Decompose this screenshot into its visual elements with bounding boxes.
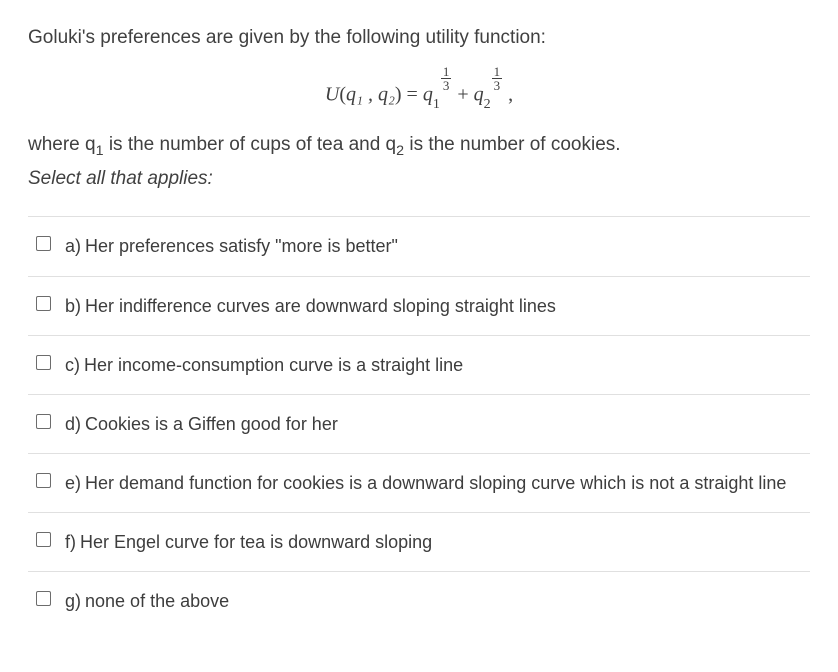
option-c-letter: c) bbox=[65, 355, 80, 375]
option-d[interactable]: d)Cookies is a Giffen good for her bbox=[28, 394, 810, 453]
eq-exp2-num: 1 bbox=[492, 65, 503, 79]
checkbox-f[interactable] bbox=[36, 532, 51, 547]
eq-exp1: 13 bbox=[441, 65, 452, 92]
option-e-text: e)Her demand function for cookies is a d… bbox=[65, 470, 786, 496]
option-b[interactable]: b)Her indifference curves are downward s… bbox=[28, 276, 810, 335]
desc-p1: where q bbox=[28, 134, 96, 155]
checkbox-c[interactable] bbox=[36, 355, 51, 370]
option-a-label: Her preferences satisfy "more is better" bbox=[85, 236, 398, 256]
option-e-label: Her demand function for cookies is a dow… bbox=[85, 473, 786, 493]
option-a-text: a)Her preferences satisfy "more is bette… bbox=[65, 233, 398, 259]
option-d-letter: d) bbox=[65, 414, 81, 434]
checkbox-d[interactable] bbox=[36, 414, 51, 429]
eq-exp2: 13 bbox=[492, 65, 503, 92]
question-intro: Goluki's preferences are given by the fo… bbox=[28, 24, 810, 53]
option-a-letter: a) bbox=[65, 236, 81, 256]
option-g-letter: g) bbox=[65, 591, 81, 611]
option-d-text: d)Cookies is a Giffen good for her bbox=[65, 411, 338, 437]
option-g-text: g)none of the above bbox=[65, 588, 229, 614]
utility-equation: U(q₁ , q₂) = q113 + q213 , bbox=[28, 65, 810, 114]
eq-args: q₁ , q₂ bbox=[346, 83, 395, 105]
eq-exp2-den: 3 bbox=[492, 79, 503, 92]
option-e-letter: e) bbox=[65, 473, 81, 493]
option-e[interactable]: e)Her demand function for cookies is a d… bbox=[28, 453, 810, 512]
eq-func: U bbox=[325, 83, 339, 105]
question-container: Goluki's preferences are given by the fo… bbox=[0, 0, 838, 650]
option-f-label: Her Engel curve for tea is downward slop… bbox=[80, 532, 432, 552]
select-all-prompt: Select all that applies: bbox=[28, 168, 810, 190]
desc-s2: 2 bbox=[396, 143, 404, 159]
desc-p3: is the number of cookies. bbox=[404, 134, 621, 155]
option-g[interactable]: g)none of the above bbox=[28, 571, 810, 630]
checkbox-e[interactable] bbox=[36, 473, 51, 488]
option-f-text: f)Her Engel curve for tea is downward sl… bbox=[65, 529, 432, 555]
option-c[interactable]: c)Her income-consumption curve is a stra… bbox=[28, 335, 810, 394]
option-g-label: none of the above bbox=[85, 591, 229, 611]
option-b-text: b)Her indifference curves are downward s… bbox=[65, 293, 556, 319]
eq-t1-base: q bbox=[423, 83, 433, 105]
option-c-label: Her income-consumption curve is a straig… bbox=[84, 355, 463, 375]
eq-exp1-num: 1 bbox=[441, 65, 452, 79]
eq-t2-base: q bbox=[474, 83, 484, 105]
option-f-letter: f) bbox=[65, 532, 76, 552]
desc-s1: 1 bbox=[96, 143, 104, 159]
options-list: a)Her preferences satisfy "more is bette… bbox=[28, 216, 810, 630]
eq-t1-sub: 1 bbox=[433, 97, 440, 112]
desc-p2: is the number of cups of tea and q bbox=[104, 134, 397, 155]
option-b-label: Her indifference curves are downward slo… bbox=[85, 296, 556, 316]
checkbox-g[interactable] bbox=[36, 591, 51, 606]
option-b-letter: b) bbox=[65, 296, 81, 316]
option-a[interactable]: a)Her preferences satisfy "more is bette… bbox=[28, 216, 810, 275]
checkbox-b[interactable] bbox=[36, 296, 51, 311]
eq-exp1-den: 3 bbox=[441, 79, 452, 92]
eq-t2-sub: 2 bbox=[484, 97, 491, 112]
option-c-text: c)Her income-consumption curve is a stra… bbox=[65, 352, 463, 378]
option-f[interactable]: f)Her Engel curve for tea is downward sl… bbox=[28, 512, 810, 571]
option-d-label: Cookies is a Giffen good for her bbox=[85, 414, 338, 434]
question-description: where q1 is the number of cups of tea an… bbox=[28, 131, 810, 162]
checkbox-a[interactable] bbox=[36, 236, 51, 251]
